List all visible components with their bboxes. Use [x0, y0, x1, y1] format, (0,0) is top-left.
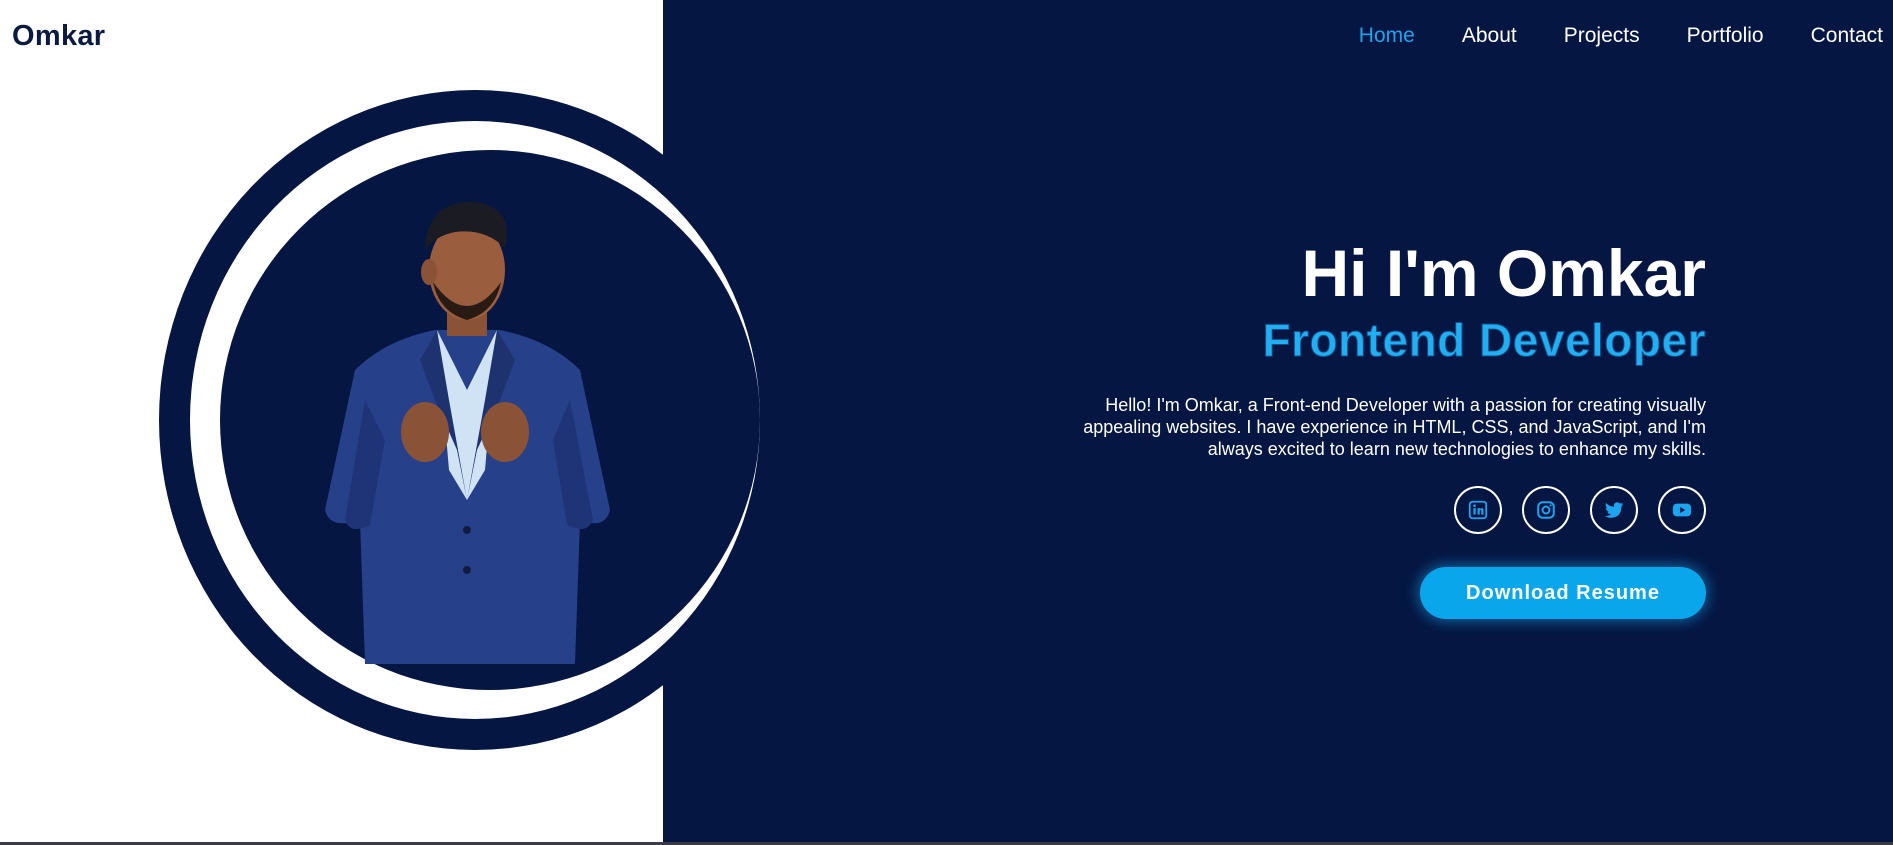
twitter-icon	[1604, 502, 1624, 518]
nav-contact[interactable]: Contact	[1811, 24, 1883, 48]
main-nav: Home About Projects Portfolio Contact	[1359, 24, 1883, 48]
nav-portfolio[interactable]: Portfolio	[1687, 24, 1764, 48]
nav-projects[interactable]: Projects	[1564, 24, 1640, 48]
profile-photo	[325, 201, 610, 664]
social-links	[1454, 486, 1706, 534]
nav-home[interactable]: Home	[1359, 24, 1415, 48]
hero-role: Frontend Developer	[1262, 314, 1706, 367]
instagram-link[interactable]	[1522, 486, 1570, 534]
hero-section: Hi I'm Omkar Frontend Developer Hello! I…	[986, 236, 1706, 460]
download-resume-button[interactable]: Download Resume	[1420, 567, 1706, 619]
youtube-link[interactable]	[1658, 486, 1706, 534]
twitter-link[interactable]	[1590, 486, 1638, 534]
youtube-icon	[1672, 503, 1692, 517]
linkedin-icon	[1468, 500, 1488, 520]
hero-intro: Hello! I'm Omkar, a Front-end Developer …	[1083, 395, 1706, 459]
linkedin-link[interactable]	[1454, 486, 1502, 534]
hero-greeting: Hi I'm Omkar	[1301, 236, 1706, 310]
instagram-icon	[1537, 501, 1555, 519]
logo[interactable]: Omkar	[12, 20, 105, 53]
nav-about[interactable]: About	[1462, 24, 1517, 48]
